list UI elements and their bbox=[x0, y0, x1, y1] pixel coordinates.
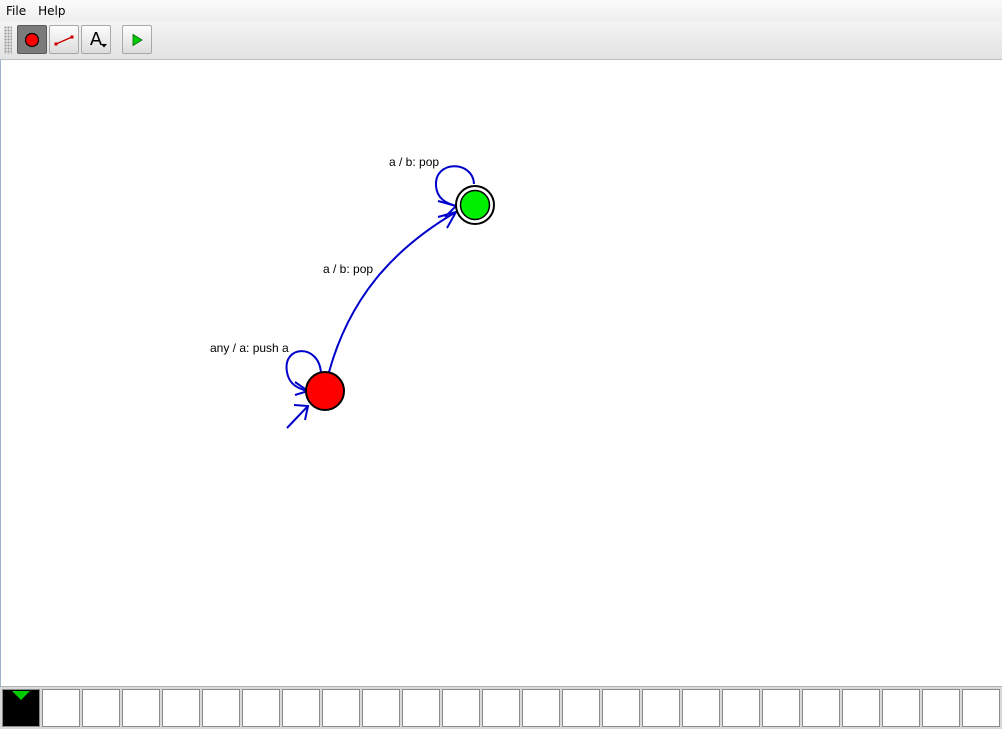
initial-arrow bbox=[286, 404, 310, 429]
tape-cell[interactable] bbox=[842, 689, 880, 727]
transition-label-accept-self[interactable]: a / b: pop bbox=[389, 155, 439, 169]
tape-cell[interactable] bbox=[202, 689, 240, 727]
menu-file[interactable]: File bbox=[0, 0, 32, 22]
toolbar: A bbox=[0, 22, 1002, 60]
tape-cell[interactable] bbox=[642, 689, 680, 727]
tape-cell[interactable] bbox=[962, 689, 1000, 727]
transition-label-start-accept[interactable]: a / b: pop bbox=[323, 262, 373, 276]
menu-bar: File Help bbox=[0, 0, 1002, 22]
tape-cell[interactable] bbox=[122, 689, 160, 727]
tape-head-icon bbox=[12, 691, 30, 700]
tape-cell[interactable] bbox=[82, 689, 120, 727]
tape-cell[interactable] bbox=[722, 689, 760, 727]
play-icon bbox=[132, 33, 143, 46]
tape-cell[interactable] bbox=[602, 689, 640, 727]
tape-cell[interactable] bbox=[882, 689, 920, 727]
state-accept[interactable] bbox=[455, 185, 495, 225]
tape-cell[interactable] bbox=[762, 689, 800, 727]
tape-cell[interactable] bbox=[442, 689, 480, 727]
automaton-diagram: any / a: push a a / b: pop a / b: pop bbox=[210, 155, 495, 429]
tape-cell[interactable] bbox=[42, 689, 80, 727]
tape-cell[interactable] bbox=[562, 689, 600, 727]
tape-cell[interactable] bbox=[322, 689, 360, 727]
tape-cell[interactable] bbox=[922, 689, 960, 727]
tape-cell-head[interactable] bbox=[2, 689, 40, 727]
diagram-canvas[interactable]: any / a: push a a / b: pop a / b: pop bbox=[0, 60, 1002, 686]
tape-cell[interactable] bbox=[802, 689, 840, 727]
tape-cell[interactable] bbox=[522, 689, 560, 727]
tape-cell[interactable] bbox=[162, 689, 200, 727]
dropdown-arrow-icon bbox=[101, 44, 107, 48]
tape-cell[interactable] bbox=[282, 689, 320, 727]
tape-cell[interactable] bbox=[402, 689, 440, 727]
tape bbox=[0, 686, 1002, 729]
transition-start-accept[interactable] bbox=[328, 210, 459, 373]
menu-help[interactable]: Help bbox=[32, 0, 71, 22]
toolbar-grip[interactable] bbox=[4, 26, 12, 54]
red-circle-icon bbox=[24, 32, 40, 47]
tape-cell[interactable] bbox=[482, 689, 520, 727]
tape-cell[interactable] bbox=[682, 689, 720, 727]
run-button[interactable] bbox=[122, 25, 152, 54]
add-state-tool-button[interactable] bbox=[17, 25, 47, 54]
arrow-line-icon bbox=[54, 35, 74, 45]
label-tool-button[interactable]: A bbox=[81, 25, 111, 54]
add-transition-tool-button[interactable] bbox=[49, 25, 79, 54]
tape-cell[interactable] bbox=[242, 689, 280, 727]
state-start[interactable] bbox=[305, 371, 345, 411]
transition-label-start-self[interactable]: any / a: push a bbox=[210, 341, 289, 355]
tape-cell[interactable] bbox=[362, 689, 400, 727]
